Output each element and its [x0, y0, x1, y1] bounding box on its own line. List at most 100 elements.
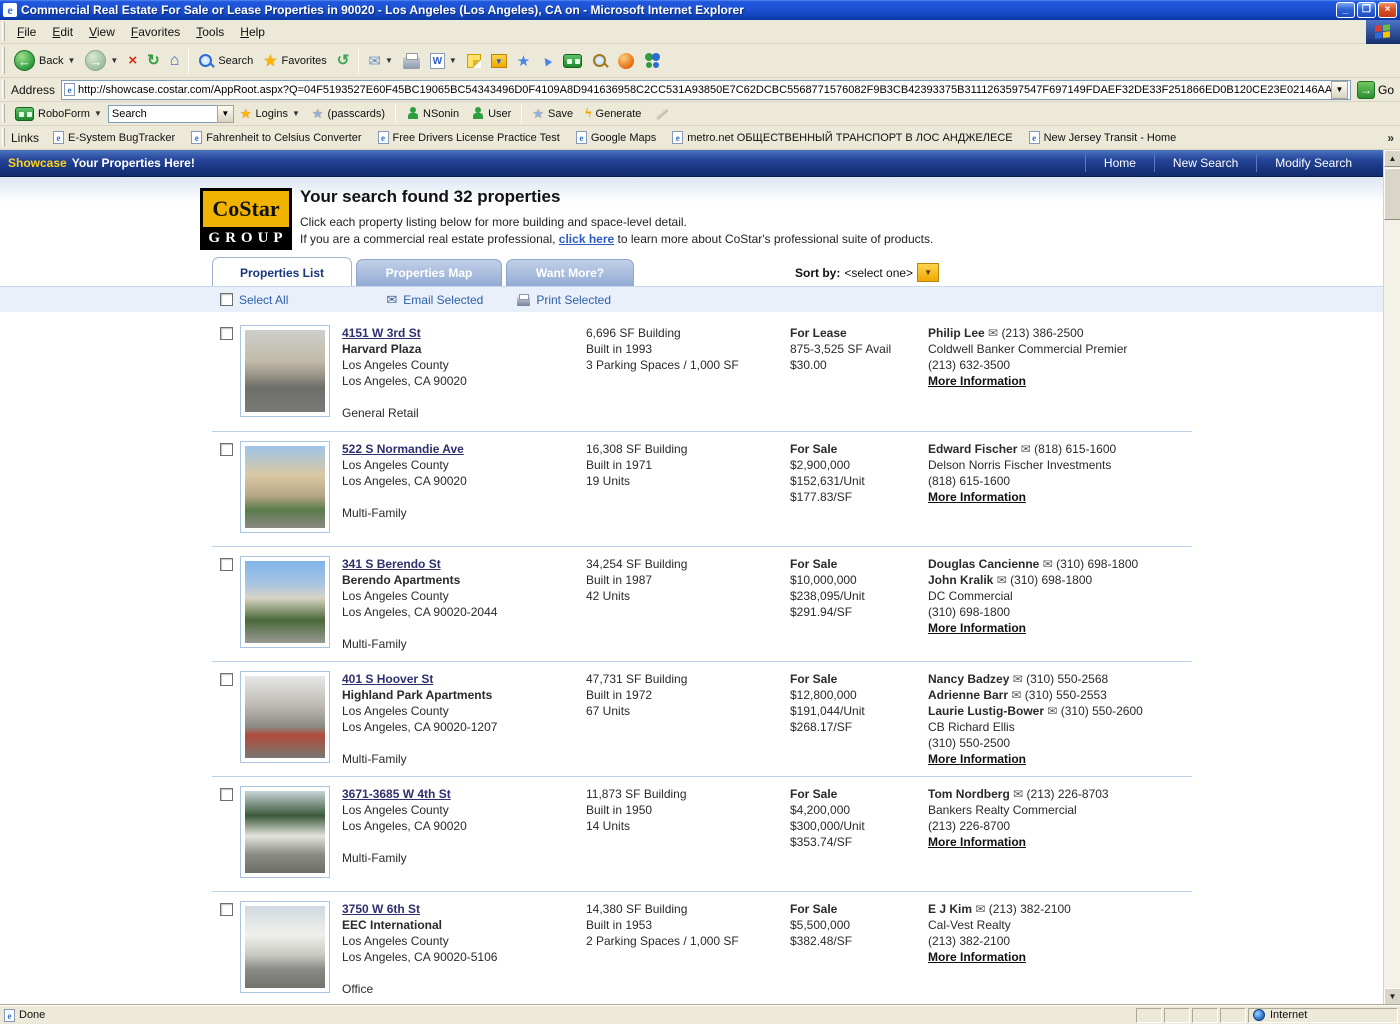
more-information-link[interactable]: More Information: [928, 949, 1026, 965]
more-information-link[interactable]: More Information: [928, 620, 1026, 636]
save-button[interactable]: ★ Save: [526, 106, 579, 122]
contact-email-icon[interactable]: ✉: [975, 902, 985, 916]
property-photo[interactable]: [240, 441, 330, 533]
browser-tool-button[interactable]: [613, 51, 639, 71]
property-address-link[interactable]: 341 S Berendo St: [342, 556, 441, 572]
messenger-star-button[interactable]: ★: [512, 50, 535, 72]
tab-properties-list[interactable]: Properties List: [212, 257, 352, 286]
back-button[interactable]: ← Back ▼: [9, 48, 80, 73]
toolbar-grip[interactable]: [2, 104, 5, 122]
generate-button[interactable]: ϟ Generate: [579, 107, 647, 121]
scroll-down-button[interactable]: ▼: [1384, 988, 1400, 1005]
menu-item[interactable]: File: [9, 22, 44, 42]
back-dropdown-icon[interactable]: ▼: [67, 56, 75, 65]
address-dropdown-icon[interactable]: ▼: [1331, 81, 1348, 99]
print-selected-link[interactable]: Print Selected: [517, 293, 611, 307]
links-bar-link[interactable]: e Fahrenheit to Celsius Converter: [183, 131, 369, 144]
property-address-link[interactable]: 522 S Normandie Ave: [342, 441, 464, 457]
toolbar-grip[interactable]: [2, 128, 5, 146]
property-address-link[interactable]: 401 S Hoover St: [342, 671, 433, 687]
roboform-toolbar-button[interactable]: [558, 52, 587, 70]
site-nav-item[interactable]: New Search: [1154, 154, 1256, 172]
property-photo[interactable]: [240, 901, 330, 993]
mail-dropdown-icon[interactable]: ▼: [385, 56, 393, 65]
toolbar-grip[interactable]: [2, 47, 5, 73]
menu-item[interactable]: Favorites: [123, 22, 188, 42]
links-overflow-chevron-icon[interactable]: »: [1387, 131, 1400, 145]
vertical-scrollbar[interactable]: ▲ ▼: [1383, 150, 1400, 1005]
property-address-link[interactable]: 3750 W 6th St: [342, 901, 420, 917]
mail-button[interactable]: ✉▼: [363, 50, 398, 72]
roboform-menu-button[interactable]: RoboForm ▼: [9, 107, 108, 121]
listing-checkbox[interactable]: [220, 327, 233, 340]
scroll-up-button[interactable]: ▲: [1384, 150, 1400, 167]
contact-email-icon[interactable]: ✉: [1021, 442, 1031, 456]
contact-email-icon[interactable]: ✉: [988, 326, 998, 340]
go-button[interactable]: → Go: [1351, 81, 1400, 99]
contact-email-icon[interactable]: ✉: [997, 573, 1007, 587]
contact-email-icon[interactable]: ✉: [1013, 787, 1023, 801]
roboform-search-dropdown-icon[interactable]: ▼: [217, 105, 234, 123]
listing-checkbox[interactable]: [220, 443, 233, 456]
close-button[interactable]: ×: [1378, 2, 1397, 18]
property-address-link[interactable]: 4151 W 3rd St: [342, 325, 421, 341]
property-photo[interactable]: [240, 786, 330, 878]
select-all-checkbox[interactable]: [220, 293, 233, 306]
address-input[interactable]: e http://showcase.costar.com/AppRoot.asp…: [61, 80, 1351, 100]
minimize-button[interactable]: _: [1336, 2, 1355, 18]
listing-checkbox[interactable]: [220, 788, 233, 801]
roboform-dropdown-icon[interactable]: ▼: [94, 109, 102, 118]
menu-item[interactable]: View: [81, 22, 123, 42]
links-bar-link[interactable]: e Google Maps: [568, 131, 664, 144]
favorites-button[interactable]: ★ Favorites: [258, 49, 332, 73]
more-information-link[interactable]: More Information: [928, 373, 1026, 389]
logins-button[interactable]: ★ Logins ▼: [234, 106, 306, 122]
tab-properties-map[interactable]: Properties Map: [356, 259, 502, 286]
print-button[interactable]: [398, 51, 425, 71]
edit-dropdown-icon[interactable]: ▼: [449, 56, 457, 65]
more-information-link[interactable]: More Information: [928, 489, 1026, 505]
tab-want-more[interactable]: Want More?: [506, 259, 634, 286]
property-photo[interactable]: [240, 556, 330, 648]
contact-email-icon[interactable]: ✉: [1011, 688, 1021, 702]
links-bar-link[interactable]: e New Jersey Transit - Home: [1021, 131, 1185, 144]
email-selected-link[interactable]: ✉ Email Selected: [386, 292, 483, 308]
menu-item[interactable]: Edit: [44, 22, 81, 42]
click-here-link[interactable]: click here: [559, 232, 614, 246]
contact-email-icon[interactable]: ✉: [1043, 557, 1053, 571]
links-bar-link[interactable]: e metro.net ОБЩЕСТВЕННЫЙ ТРАНСПОРТ В ЛОС…: [664, 131, 1020, 144]
identity-user-button[interactable]: User: [465, 107, 517, 120]
sort-dropdown-button[interactable]: ▼: [917, 263, 939, 282]
more-information-link[interactable]: More Information: [928, 834, 1026, 850]
scrollbar-thumb[interactable]: [1384, 168, 1400, 220]
contact-email-icon[interactable]: ✉: [1013, 672, 1023, 686]
edit-in-word-button[interactable]: W▼: [425, 51, 462, 71]
menu-item[interactable]: Tools: [188, 22, 232, 42]
forward-dropdown-icon[interactable]: ▼: [110, 56, 118, 65]
menu-item[interactable]: Help: [232, 22, 273, 42]
maximize-button[interactable]: ❐: [1357, 2, 1376, 18]
property-address-link[interactable]: 3671-3685 W 4th St: [342, 786, 451, 802]
toolbar-grip[interactable]: [2, 80, 5, 98]
export-button[interactable]: ▼: [486, 52, 512, 70]
links-bar-link[interactable]: e Free Drivers License Practice Test: [370, 131, 568, 144]
refresh-button[interactable]: ↻: [142, 51, 165, 70]
listing-checkbox[interactable]: [220, 558, 233, 571]
messenger-button[interactable]: [639, 51, 667, 71]
toolbar-grip[interactable]: [2, 22, 5, 40]
pencil-icon[interactable]: [656, 107, 669, 119]
roboform-search-input[interactable]: [108, 105, 218, 123]
stop-button[interactable]: ×: [123, 51, 142, 70]
notes-button[interactable]: [462, 52, 486, 70]
contact-email-icon[interactable]: ✉: [1047, 704, 1057, 718]
logins-dropdown-icon[interactable]: ▼: [292, 109, 300, 118]
forward-button[interactable]: → ▼: [80, 48, 123, 73]
search-button[interactable]: Search: [193, 51, 258, 71]
links-bar-link[interactable]: e E-System BugTracker: [45, 131, 183, 144]
select-pointer-button[interactable]: ▲: [535, 51, 558, 70]
site-nav-item[interactable]: Home: [1085, 154, 1154, 172]
site-nav-item[interactable]: Modify Search: [1256, 154, 1370, 172]
more-information-link[interactable]: More Information: [928, 751, 1026, 767]
property-photo[interactable]: [240, 671, 330, 763]
home-button[interactable]: ⌂: [165, 51, 185, 70]
